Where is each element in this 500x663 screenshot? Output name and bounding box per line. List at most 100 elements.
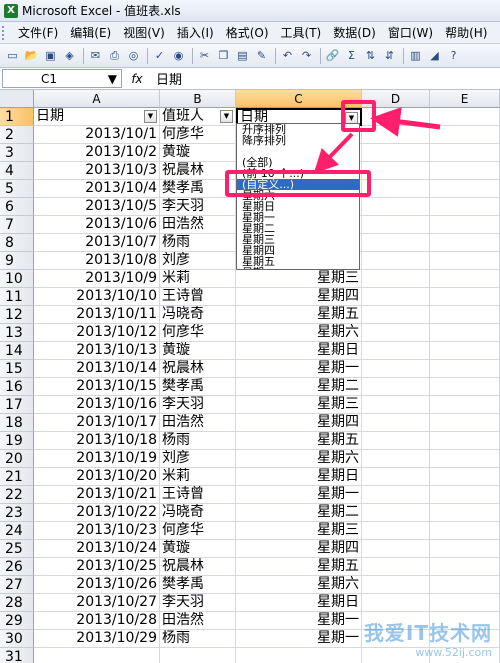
column-header-e[interactable]: E	[430, 90, 500, 108]
person-cell[interactable]: 何彦华	[160, 126, 236, 144]
row-header[interactable]: 14	[0, 342, 34, 360]
grid-cell[interactable]	[362, 234, 430, 252]
grid-cell[interactable]	[362, 486, 430, 504]
dropdown-item[interactable]: 星期一	[237, 267, 359, 269]
person-cell[interactable]: 杨雨	[160, 432, 236, 450]
person-cell[interactable]: 杨雨	[160, 630, 236, 648]
row-header[interactable]: 25	[0, 540, 34, 558]
person-cell[interactable]: 李天羽	[160, 198, 236, 216]
date-cell[interactable]: 2013/10/24	[34, 540, 160, 558]
cut-icon[interactable]: ✂	[196, 47, 213, 64]
grid-cell[interactable]	[362, 558, 430, 576]
formula-input[interactable]: 日期	[152, 69, 500, 88]
grid-cell[interactable]	[430, 198, 500, 216]
date-cell[interactable]: 2013/10/25	[34, 558, 160, 576]
weekday-cell[interactable]: 星期一	[236, 486, 362, 504]
date-cell[interactable]: 2013/10/7	[34, 234, 160, 252]
spelling-icon[interactable]: ✓	[151, 47, 168, 64]
weekday-cell[interactable]: 星期六	[236, 450, 362, 468]
date-cell[interactable]: 2013/10/10	[34, 288, 160, 306]
row-header[interactable]: 13	[0, 324, 34, 342]
row-header[interactable]: 7	[0, 216, 34, 234]
grid-cell[interactable]	[362, 252, 430, 270]
menu-data[interactable]: 数据(D)	[327, 24, 382, 41]
date-cell[interactable]: 2013/10/22	[34, 504, 160, 522]
weekday-cell[interactable]: 星期日	[236, 342, 362, 360]
fx-icon[interactable]: fx	[122, 72, 152, 86]
date-cell[interactable]: 2013/10/23	[34, 522, 160, 540]
row-header[interactable]: 29	[0, 612, 34, 630]
grid-cell[interactable]	[362, 450, 430, 468]
row-header[interactable]: 3	[0, 144, 34, 162]
menu-file[interactable]: 文件(F)	[12, 24, 64, 41]
weekday-cell[interactable]: 星期六	[236, 576, 362, 594]
grid-cell[interactable]	[362, 576, 430, 594]
person-cell[interactable]: 田浩然	[160, 612, 236, 630]
grid-cell[interactable]	[362, 126, 430, 144]
grid-cell[interactable]	[362, 180, 430, 198]
date-cell[interactable]: 2013/10/3	[34, 162, 160, 180]
undo-icon[interactable]: ↶	[279, 47, 296, 64]
person-cell[interactable]: 何彦华	[160, 522, 236, 540]
person-cell[interactable]: 祝晨林	[160, 360, 236, 378]
weekday-cell[interactable]: 星期二	[236, 504, 362, 522]
grid-cell[interactable]	[430, 540, 500, 558]
sort-descending-icon[interactable]: ⇵	[381, 47, 398, 64]
weekday-cell[interactable]: 星期日	[236, 468, 362, 486]
row-header[interactable]: 17	[0, 396, 34, 414]
date-cell[interactable]: 2013/10/6	[34, 216, 160, 234]
menu-edit[interactable]: 编辑(E)	[64, 24, 117, 41]
row-header[interactable]: 2	[0, 126, 34, 144]
column-header-c[interactable]: C	[236, 90, 362, 108]
grid-cell[interactable]	[430, 306, 500, 324]
person-cell[interactable]: 冯晓奇	[160, 306, 236, 324]
dropdown-item[interactable]: 降序排列	[237, 135, 359, 146]
weekday-cell[interactable]: 星期三	[236, 522, 362, 540]
new-icon[interactable]: ▭	[4, 47, 21, 64]
print-preview-icon[interactable]: ◎	[125, 47, 142, 64]
row-header[interactable]: 19	[0, 432, 34, 450]
person-cell[interactable]: 黄璇	[160, 540, 236, 558]
date-cell[interactable]: 2013/10/17	[34, 414, 160, 432]
hyperlink-icon[interactable]: 🔗	[324, 47, 341, 64]
person-cell[interactable]: 王诗曾	[160, 288, 236, 306]
date-cell[interactable]: 2013/10/16	[34, 396, 160, 414]
date-cell[interactable]: 2013/10/26	[34, 576, 160, 594]
person-cell[interactable]: 米莉	[160, 270, 236, 288]
grid-cell[interactable]	[430, 594, 500, 612]
row-header[interactable]: 22	[0, 486, 34, 504]
grid-cell[interactable]	[362, 324, 430, 342]
autofilter-dropdown-icon[interactable]: ▼	[144, 110, 157, 123]
grid-cell[interactable]	[430, 378, 500, 396]
weekday-cell[interactable]: 星期五	[236, 432, 362, 450]
grid-cell[interactable]	[430, 234, 500, 252]
grid-cell[interactable]	[362, 360, 430, 378]
grid-cell[interactable]	[430, 522, 500, 540]
date-cell[interactable]: 2013/10/11	[34, 306, 160, 324]
grid-cell[interactable]	[430, 180, 500, 198]
weekday-cell[interactable]: 星期日	[236, 594, 362, 612]
grid-cell[interactable]	[362, 522, 430, 540]
grid-cell[interactable]	[362, 342, 430, 360]
row-header[interactable]: 4	[0, 162, 34, 180]
row-header[interactable]: 20	[0, 450, 34, 468]
grid-cell[interactable]	[362, 540, 430, 558]
redo-icon[interactable]: ↷	[298, 47, 315, 64]
person-cell[interactable]	[160, 648, 236, 663]
row-header[interactable]: 8	[0, 234, 34, 252]
grid-cell[interactable]	[362, 216, 430, 234]
grid-cell[interactable]	[362, 108, 430, 126]
row-header[interactable]: 31	[0, 648, 34, 663]
person-cell[interactable]: 冯晓奇	[160, 504, 236, 522]
person-cell[interactable]: 刘彦	[160, 450, 236, 468]
grid-cell[interactable]	[362, 432, 430, 450]
person-cell[interactable]: 樊孝禹	[160, 180, 236, 198]
grid-cell[interactable]	[430, 126, 500, 144]
row-header[interactable]: 24	[0, 522, 34, 540]
person-cell[interactable]: 祝晨林	[160, 162, 236, 180]
row-header[interactable]: 5	[0, 180, 34, 198]
weekday-cell[interactable]: 星期三	[236, 396, 362, 414]
grid-cell[interactable]	[362, 378, 430, 396]
person-cell[interactable]: 田浩然	[160, 414, 236, 432]
grid-cell[interactable]	[362, 414, 430, 432]
